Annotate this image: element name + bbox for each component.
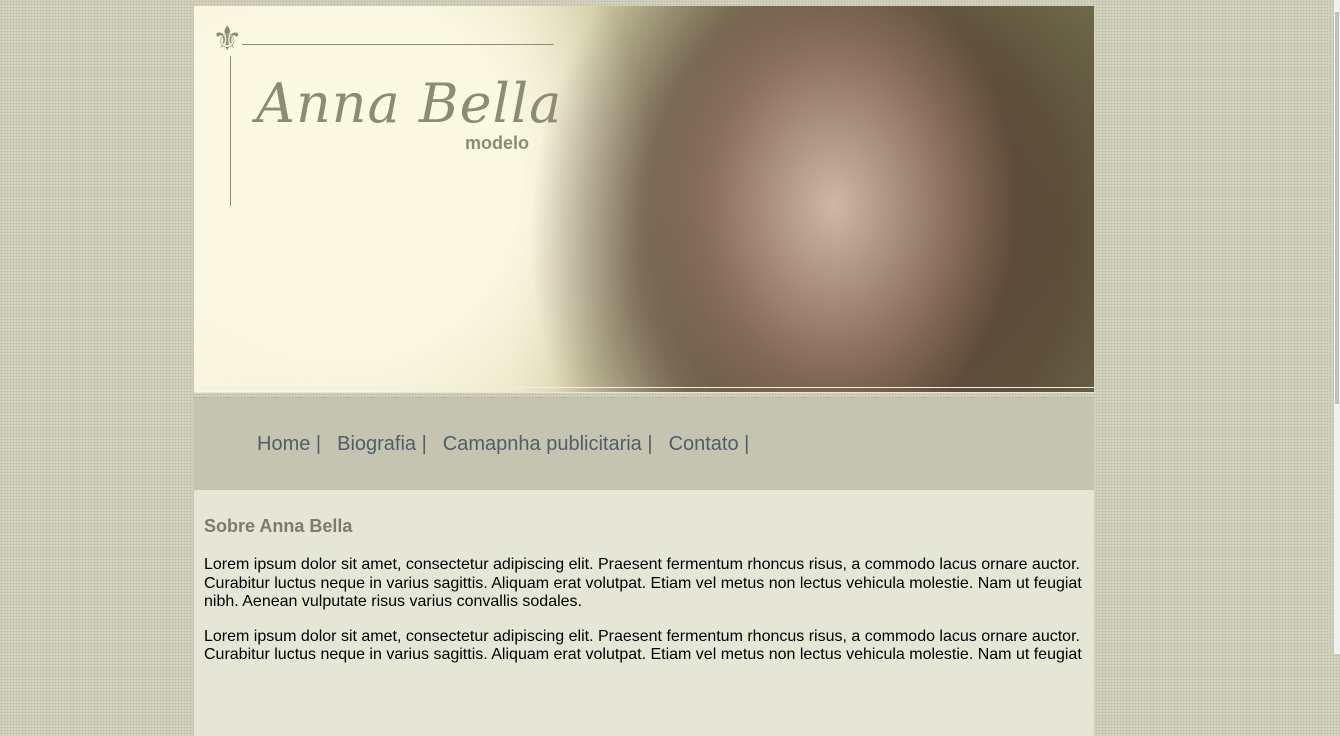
logo-subtitle: modelo — [465, 133, 530, 153]
ornament-line-vertical — [230, 56, 231, 206]
nav-item-campanha[interactable]: Camapnha publicitaria | — [443, 433, 653, 456]
content-section: Sobre Anna Bella Lorem ipsum dolor sit a… — [194, 490, 1094, 736]
nav-link-biografia[interactable]: Biografia | — [337, 433, 427, 455]
nav-link-campanha[interactable]: Camapnha publicitaria | — [443, 433, 653, 455]
nav-item-biografia[interactable]: Biografia | — [337, 433, 427, 456]
header-divider — [194, 387, 1094, 393]
page-container: ⚜ Anna Bella modelo Home | Biografia | C… — [194, 6, 1094, 736]
main-nav: Home | Biografia | Camapnha publicitaria… — [194, 397, 1094, 490]
paragraph: Lorem ipsum dolor sit amet, consectetur … — [204, 627, 1082, 664]
nav-item-home[interactable]: Home | — [257, 433, 321, 456]
ornament-line-horizontal — [242, 44, 554, 45]
nav-link-contato[interactable]: Contato | — [669, 433, 750, 455]
scrollbar-thumb[interactable] — [1335, 12, 1339, 404]
section-title: Sobre Anna Bella — [204, 516, 353, 536]
logo-name: Anna Bella — [256, 72, 563, 135]
nav-link-home[interactable]: Home | — [257, 433, 321, 455]
fleur-de-lis-icon: ⚜ — [212, 20, 243, 58]
nav-item-contato[interactable]: Contato | — [669, 433, 750, 456]
page-scrollbar[interactable] — [1334, 0, 1340, 654]
header-banner: ⚜ Anna Bella modelo — [194, 6, 1094, 393]
paragraph: Lorem ipsum dolor sit amet, consectetur … — [204, 556, 1082, 610]
